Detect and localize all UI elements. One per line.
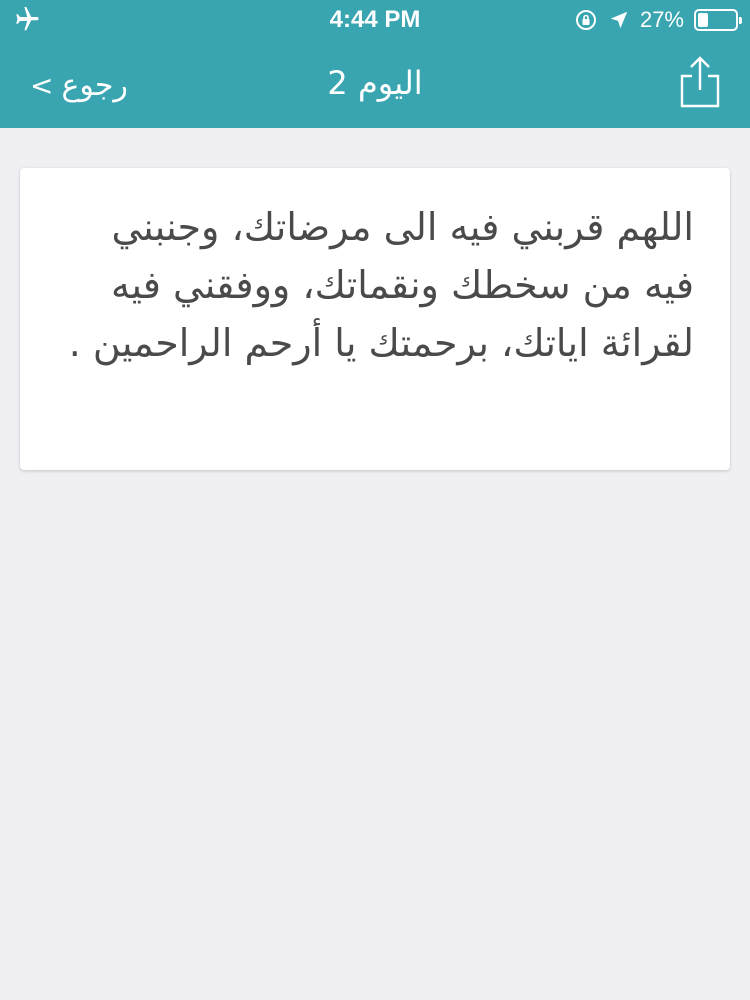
- orientation-lock-icon: [575, 10, 596, 30]
- page-title: اليوم 2: [327, 64, 423, 102]
- battery-percent: 27%: [639, 7, 684, 32]
- battery-fill: [698, 13, 708, 27]
- battery-icon: [694, 9, 742, 31]
- location-arrow-icon: [610, 11, 628, 29]
- navigation-bar: رجوع > اليوم 2: [0, 40, 750, 128]
- prayer-card: اللهم قربني فيه الى مرضاتك، وجنبني فيه م…: [20, 168, 730, 470]
- status-right-group: 27%: [574, 6, 742, 34]
- status-bar: 4:44 PM 27%: [0, 0, 750, 40]
- prayer-text: اللهم قربني فيه الى مرضاتك، وجنبني فيه م…: [68, 205, 694, 365]
- share-icon[interactable]: [678, 56, 722, 108]
